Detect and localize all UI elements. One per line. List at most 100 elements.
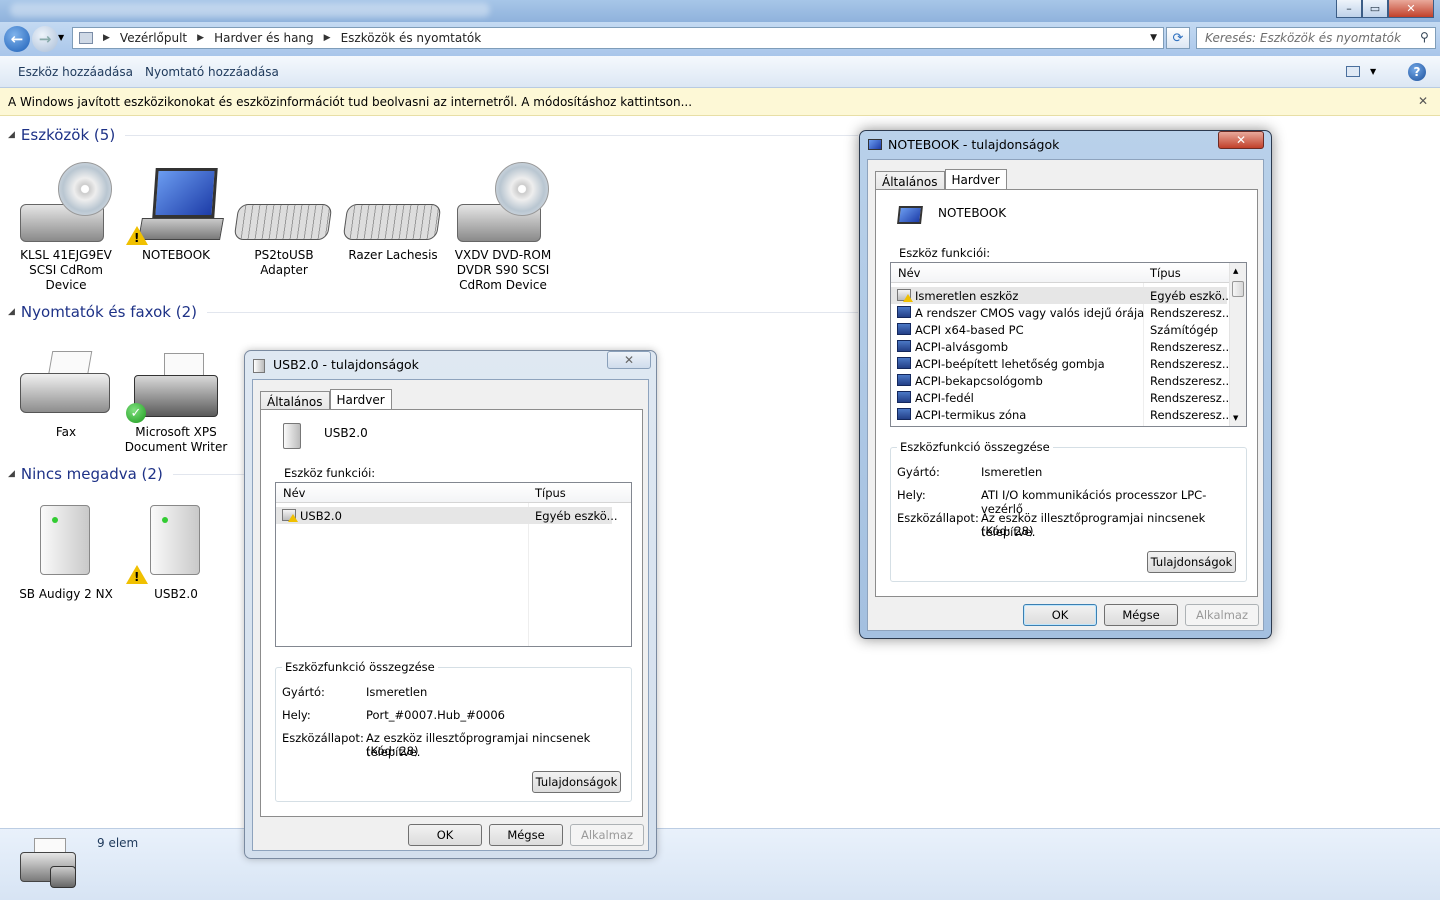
collapse-icon[interactable]: ◢ — [8, 130, 15, 140]
device-label: Razer Lachesis — [348, 248, 438, 262]
list-item[interactable]: ACPI x64-based PC Számítógép — [891, 321, 1227, 338]
scroll-thumb[interactable] — [1232, 281, 1244, 297]
group-unspecified-header[interactable]: ◢ Nincs megadva (2) — [8, 465, 244, 483]
forward-button[interactable]: → — [32, 26, 58, 52]
device-sb-audigy[interactable]: SB Audigy 2 NX — [14, 499, 118, 602]
col-name-header[interactable]: Név — [898, 266, 920, 280]
col-type-header[interactable]: Típus — [535, 486, 566, 500]
maximize-button[interactable]: ▭ — [1362, 0, 1388, 18]
search-icon[interactable]: ⚲ — [1420, 30, 1429, 44]
breadcrumb-devices-printers[interactable]: Eszközök és nyomtatók — [341, 31, 482, 45]
info-bar[interactable]: A Windows javított eszközikonokat és esz… — [0, 88, 1440, 116]
collapse-icon[interactable]: ◢ — [8, 469, 15, 479]
search-input[interactable]: Keresés: Eszközök és nyomtatók — [1196, 27, 1436, 49]
device-ps2tousb[interactable]: PS2toUSB Adapter — [232, 160, 336, 278]
col-name-header[interactable]: Név — [283, 486, 305, 500]
list-item[interactable]: Ismeretlen eszköz Egyéb eszkö... — [891, 287, 1233, 304]
printer-fax[interactable]: Fax — [14, 337, 118, 440]
group-devices-label: Eszközök (5) — [20, 126, 116, 144]
usb-properties-dialog[interactable]: USB2.0 - tulajdonságok ✕ Általános Hardv… — [244, 350, 657, 859]
collapse-icon[interactable]: ◢ — [8, 307, 15, 317]
device-icon — [283, 423, 301, 449]
minimize-button[interactable]: – — [1336, 0, 1362, 18]
properties-button[interactable]: Tulajdonságok — [1147, 551, 1236, 573]
view-icon[interactable] — [1346, 66, 1360, 77]
row-name: ACPI x64-based PC — [915, 322, 1024, 337]
add-device-button[interactable]: Eszköz hozzáadása — [18, 65, 133, 79]
device-klsl-cdrom[interactable]: KLSL 41EJG9EV SCSI CdRom Device — [14, 160, 118, 293]
list-item[interactable]: USB2.0 Egyéb eszkö... — [276, 507, 618, 524]
info-bar-text[interactable]: A Windows javított eszközikonokat és esz… — [8, 95, 692, 109]
warning-device-icon — [897, 289, 913, 302]
devices-printers-icon — [20, 836, 80, 892]
info-bar-close-icon[interactable]: ✕ — [1418, 94, 1428, 108]
keyboard-icon — [341, 160, 445, 248]
group-printers-header[interactable]: ◢ Nyomtatók és faxok (2) — [8, 303, 858, 321]
group-devices-header[interactable]: ◢ Eszközök (5) — [8, 126, 858, 144]
close-button[interactable]: ✕ — [1388, 0, 1434, 18]
list-item[interactable]: ACPI-beépített lehetőség gombja Rendszer… — [891, 355, 1233, 372]
dialog-title: NOTEBOOK - tulajdonságok — [888, 137, 1060, 152]
system-device-icon — [897, 340, 911, 352]
refresh-icon[interactable]: ⟳ — [1166, 27, 1190, 49]
device-razer-lachesis[interactable]: Razer Lachesis — [341, 160, 445, 263]
add-printer-button[interactable]: Nyomtató hozzáadása — [145, 65, 279, 79]
help-icon[interactable]: ? — [1408, 63, 1426, 81]
scroll-down-icon[interactable]: ▼ — [1233, 414, 1238, 422]
list-header: Név Típus — [276, 483, 631, 503]
apply-button[interactable]: Alkalmaz — [570, 824, 644, 846]
list-item[interactable]: A rendszer CMOS vagy valós idejű órája R… — [891, 304, 1233, 321]
properties-button[interactable]: Tulajdonságok — [532, 771, 621, 793]
device-label: Device — [45, 278, 87, 292]
tab-panel: USB2.0 Eszköz funkciói: Név Típus USB2.0… — [260, 409, 643, 817]
breadcrumb-arrow-icon[interactable]: ▶ — [197, 33, 204, 43]
device-vxdv-dvdrom[interactable]: VXDV DVD-ROM DVDR S90 SCSI CdRom Device — [451, 160, 555, 293]
breadcrumb-arrow-icon[interactable]: ▶ — [103, 33, 110, 43]
device-notebook[interactable]: NOTEBOOK — [124, 160, 228, 263]
window-titlebar: – ▭ ✕ — [0, 0, 1440, 22]
address-bar[interactable]: ▶ Vezérlőpult ▶ Hardver és hang ▶ Eszköz… — [72, 27, 1164, 49]
list-item[interactable]: ACPI-fedél Rendszeresz... — [891, 389, 1233, 406]
device-label: USB2.0 — [154, 587, 198, 601]
ok-button[interactable]: OK — [408, 824, 482, 846]
summary-title: Eszközfunkció összegzése — [897, 440, 1053, 454]
summary-title: Eszközfunkció összegzése — [282, 660, 438, 674]
warning-device-icon — [282, 509, 298, 522]
printer-xps-writer[interactable]: ✓ Microsoft XPS Document Writer — [124, 337, 228, 455]
col-type-header[interactable]: Típus — [1150, 266, 1181, 280]
list-item[interactable]: ACPI-termikus zóna Rendszeresz... — [891, 406, 1233, 423]
control-panel-icon — [79, 32, 93, 44]
status-label: Eszközállapot: — [282, 731, 364, 745]
notebook-properties-dialog[interactable]: NOTEBOOK - tulajdonságok ✕ Általános Har… — [859, 130, 1272, 639]
cancel-button[interactable]: Mégse — [1104, 604, 1178, 626]
cancel-button[interactable]: Mégse — [489, 824, 563, 846]
breadcrumb-hardware-sound[interactable]: Hardver és hang — [214, 31, 314, 45]
functions-list[interactable]: Név Típus Ismeretlen eszköz Egyéb eszkö.… — [890, 262, 1247, 427]
device-usb2[interactable]: USB2.0 — [124, 499, 228, 602]
window-title-blurred — [10, 3, 490, 17]
device-name: USB2.0 — [324, 426, 368, 440]
system-device-icon — [897, 408, 911, 420]
breadcrumb-control-panel[interactable]: Vezérlőpult — [120, 31, 187, 45]
generic-device-icon — [14, 499, 118, 587]
functions-list[interactable]: Név Típus USB2.0 Egyéb eszkö... — [275, 482, 632, 647]
dialog-close-button[interactable]: ✕ — [1218, 131, 1264, 149]
scroll-up-icon[interactable]: ▲ — [1233, 267, 1238, 275]
history-dropdown-icon[interactable]: ▼ — [58, 33, 64, 42]
row-name: ACPI-termikus zóna — [915, 407, 1027, 422]
laptop-icon — [124, 160, 228, 248]
view-dropdown-icon[interactable]: ▼ — [1370, 67, 1376, 76]
breadcrumb-arrow-icon[interactable]: ▶ — [324, 33, 331, 43]
back-button[interactable]: ← — [4, 26, 30, 52]
list-scrollbar[interactable]: ▲ ▼ — [1229, 263, 1246, 426]
dialog-close-button[interactable]: ✕ — [607, 351, 651, 369]
address-dropdown-icon[interactable]: ▼ — [1150, 33, 1157, 43]
list-item[interactable]: ACPI-alvásgomb Rendszeresz... — [891, 338, 1233, 355]
group-printers-label: Nyomtatók és faxok (2) — [20, 303, 197, 321]
list-item[interactable]: ACPI-bekapcsológomb Rendszeresz... — [891, 372, 1233, 389]
apply-button[interactable]: Alkalmaz — [1185, 604, 1259, 626]
list-header: Név Típus — [891, 263, 1246, 283]
device-name: NOTEBOOK — [938, 206, 1007, 220]
system-device-icon — [897, 374, 911, 386]
ok-button[interactable]: OK — [1023, 604, 1097, 626]
